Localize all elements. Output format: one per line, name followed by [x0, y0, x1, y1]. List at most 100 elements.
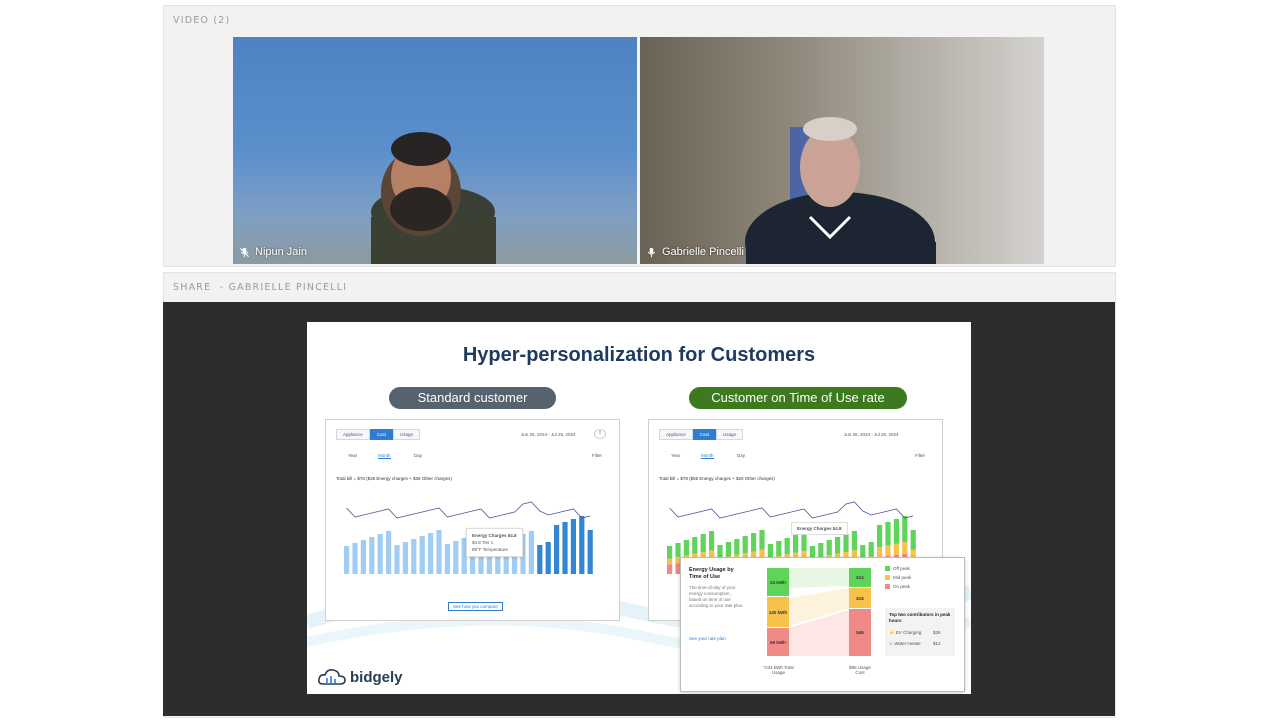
chart-bar	[411, 539, 417, 574]
chart-bar	[344, 546, 350, 574]
tooltip-line: 89°F Temperature	[472, 547, 508, 552]
chart-bar	[700, 534, 706, 552]
tab-usage: Usage	[393, 429, 421, 440]
contributor-ev: ⚡ EV Charging	[889, 630, 921, 636]
ev-icon: ⚡	[889, 630, 895, 635]
tooltip-title: Energy Charges $4.8	[472, 533, 517, 538]
chart-bar	[562, 522, 568, 574]
chart-bar	[428, 533, 434, 574]
compare-button: See how you compare	[448, 602, 503, 611]
date-range: Jun 26, 2024 - Jul 25, 2024	[521, 432, 576, 437]
chart-bar	[843, 534, 849, 552]
chart-bar	[528, 531, 534, 574]
participant-label: Nipun Jain	[239, 246, 307, 258]
tooltip: Energy Charges $4.8 $4.8 Tier 1 89°F Tem…	[466, 528, 523, 557]
chart-bar	[885, 545, 891, 556]
legend-label: On peak	[893, 584, 911, 589]
midpeak-usage-block: 140 kWh	[767, 597, 789, 627]
app-tabs: Appliance Cost Usage	[336, 429, 421, 440]
chart-bar	[877, 525, 883, 548]
slide-title: Hyper-personalization for Customers	[462, 344, 816, 366]
video-section-label: VIDEO (2)	[173, 15, 231, 26]
tab-appliance: Appliance	[659, 429, 693, 440]
participant-name: Nipun Jain	[255, 246, 307, 258]
chart-bar	[826, 540, 832, 556]
subtab-month: Month	[378, 453, 391, 459]
contributor-water: ♨ Water Heater	[889, 641, 921, 647]
water-heater-icon: ♨	[889, 641, 894, 646]
video-tile-gabrielle[interactable]: Gabrielle Pincelli	[640, 37, 1044, 264]
chart-bar	[537, 545, 543, 574]
contributor-label: EV Charging	[895, 630, 922, 635]
cost-caption: $85 Usage Cost	[849, 665, 871, 675]
participant-video	[371, 132, 496, 264]
export-icon: ⇪	[594, 429, 606, 439]
brand-name: bidgely	[350, 668, 403, 686]
chart-bar	[902, 542, 908, 554]
chart-bar	[910, 530, 916, 550]
tou-customer-pill: Customer on Time of Use rate	[689, 387, 907, 409]
participant-label: Gabrielle Pincelli	[646, 246, 744, 258]
chart-bar	[453, 541, 459, 574]
chart-bar	[369, 537, 375, 574]
tab-cost: Cost	[369, 429, 394, 440]
filter-button: Filter	[915, 453, 925, 458]
chart-bar	[444, 544, 450, 574]
chart-bar	[893, 543, 899, 555]
chart-bar	[742, 536, 748, 554]
chart-bar	[377, 534, 383, 574]
tab-usage: Usage	[716, 429, 744, 440]
subtab-year: Year	[671, 453, 681, 458]
participant-video	[745, 117, 936, 264]
mic-icon	[647, 247, 656, 257]
mic-muted-icon	[239, 247, 250, 257]
video-tile-nipun[interactable]: Nipun Jain	[233, 37, 637, 264]
onpeak-usage-block: 69 kWh	[767, 628, 789, 656]
chart-bar	[667, 564, 673, 574]
tab-cost: Cost	[692, 429, 717, 440]
legend-swatch	[885, 584, 890, 589]
tou-card: Energy Usage by Time of Use The time-of-…	[680, 557, 965, 692]
contributor-label: Water Heater	[894, 641, 921, 646]
tooltip: Energy Charges $4.8	[791, 522, 848, 535]
subtab-year: Year	[348, 453, 358, 458]
legend-offpeak: Off peak	[885, 566, 910, 571]
chart-bar	[893, 519, 899, 544]
standard-customer-pill: Standard customer	[389, 387, 556, 409]
filter-button: Filter	[592, 453, 602, 458]
cloud-logo-icon	[318, 669, 346, 685]
temperature-line	[346, 501, 591, 519]
chart-bar	[360, 540, 366, 574]
legend-swatch	[885, 575, 890, 580]
chart-bar	[759, 530, 765, 550]
chart-bar	[835, 537, 841, 554]
legend-label: Off peak	[893, 566, 910, 571]
chart-bar	[784, 538, 790, 555]
chart-bar	[352, 543, 358, 574]
chart-bar	[709, 531, 715, 551]
chart-bar	[675, 543, 681, 557]
midpeak-cost-block: $15	[849, 588, 871, 608]
subtab-day: Day	[414, 453, 423, 458]
legend-onpeak: On peak	[885, 584, 910, 589]
chart-bar	[902, 516, 908, 543]
chart-bar	[734, 539, 740, 555]
bidgely-logo: bidgely	[317, 668, 403, 686]
standard-customer-screenshot: Appliance Cost Usage Jun 26, 2024 - Jul …	[325, 419, 620, 621]
onpeak-cost-block: $46	[849, 609, 871, 656]
chart-bar	[579, 516, 585, 574]
chart-bar	[683, 540, 689, 556]
contributor-value: $26	[933, 630, 941, 635]
chart-bar	[751, 533, 757, 552]
temperature-line	[669, 501, 914, 519]
app-tabs: Appliance Cost Usage	[659, 429, 744, 440]
presentation-slide: Hyper-personalization for Customers Stan…	[307, 322, 971, 694]
legend-swatch	[885, 566, 890, 571]
chart-bar	[436, 530, 442, 574]
chart-bar	[570, 519, 576, 574]
contributors-title: Top two contributors in peak hours	[889, 612, 951, 623]
chart-bar	[851, 531, 857, 551]
chart-bar	[587, 530, 593, 574]
usage-caption: *234 kWh Total Usage	[763, 665, 794, 675]
chart-bar	[793, 535, 799, 553]
